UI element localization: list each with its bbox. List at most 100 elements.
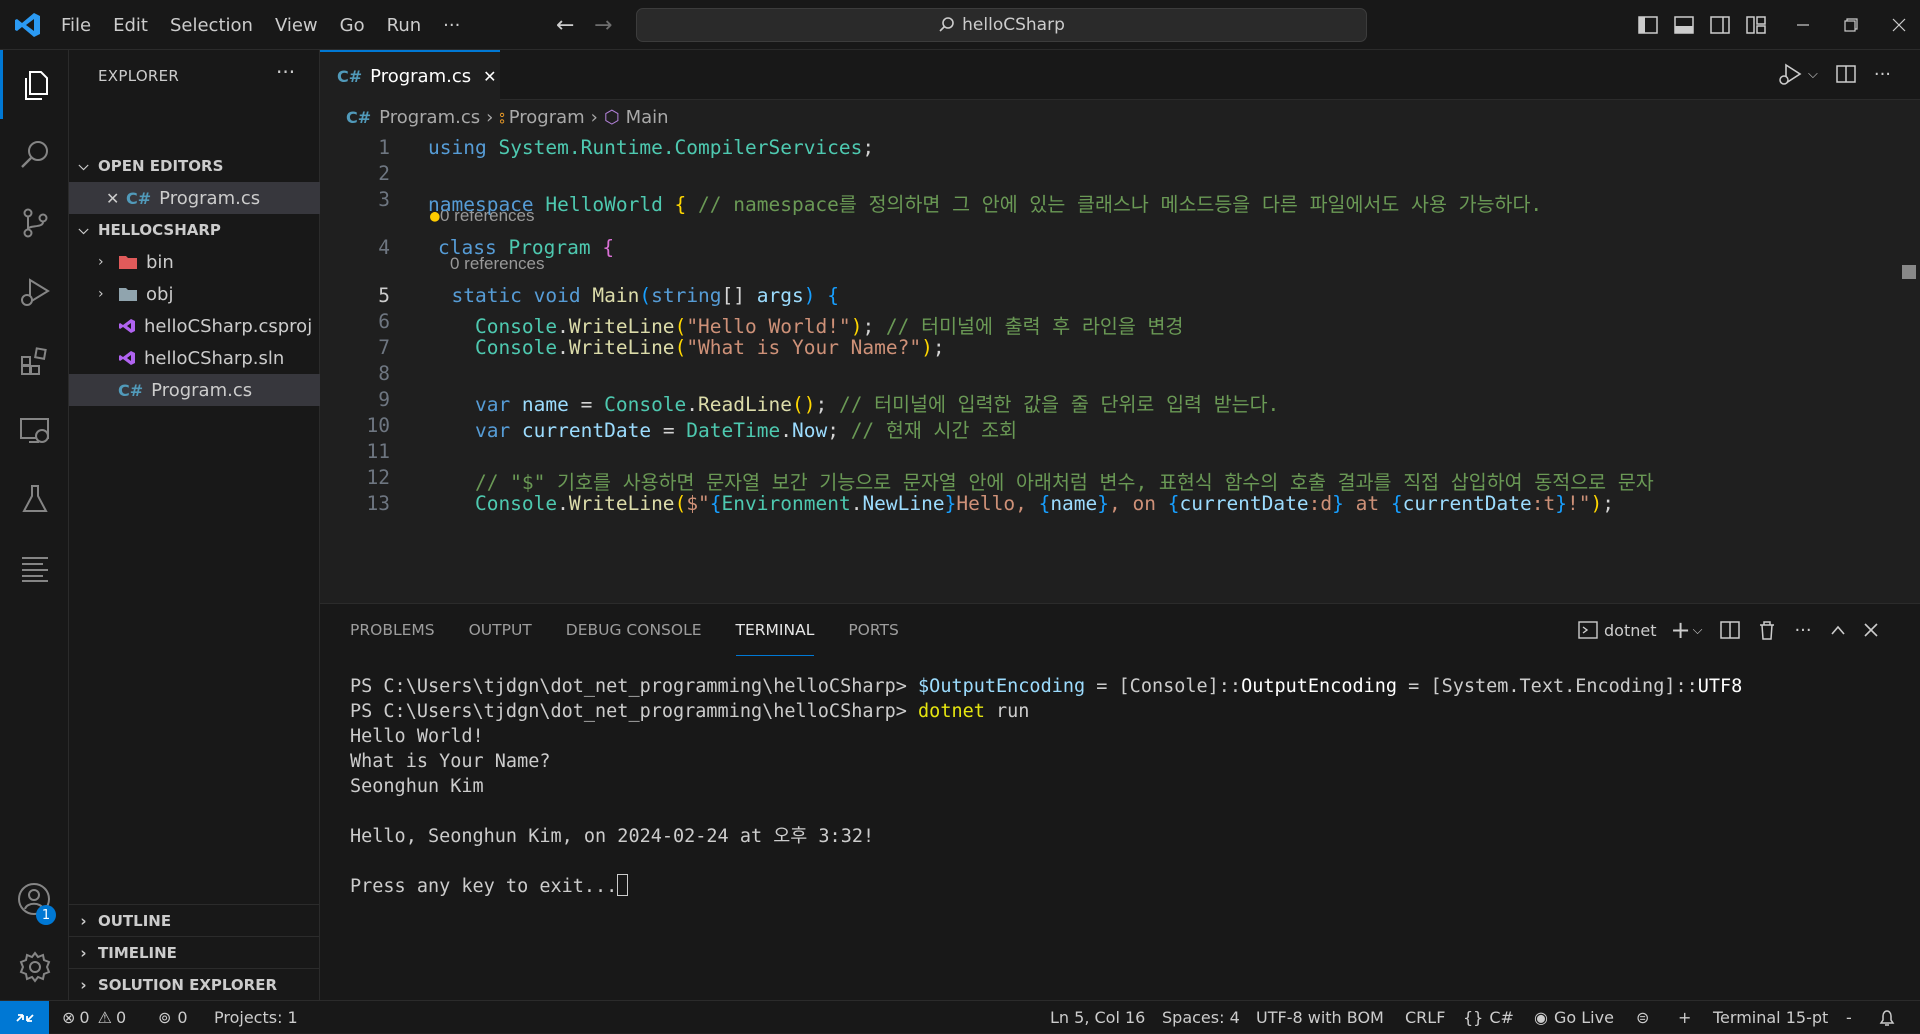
tree-item-program-cs[interactable]: C# Program.cs	[69, 374, 320, 406]
menu-run[interactable]: Run	[376, 15, 433, 36]
breadcrumb-class[interactable]: Program	[509, 107, 585, 128]
back-arrow-icon[interactable]: ←	[556, 13, 574, 38]
problems-indicator[interactable]: ⊗ 0 ⚠ 0	[62, 1001, 126, 1034]
testing-icon[interactable]	[0, 464, 69, 533]
output-log-icon[interactable]	[0, 533, 69, 602]
menu-selection[interactable]: Selection	[159, 15, 264, 36]
code-line: var currentDate = DateTime.Now; // 현재 시간…	[428, 414, 1017, 443]
split-terminal-icon[interactable]	[1720, 621, 1741, 639]
toggle-sidebar-icon[interactable]	[1638, 16, 1658, 34]
split-editor-icon[interactable]	[1836, 65, 1856, 83]
tree-item-bin[interactable]: › bin	[69, 246, 320, 278]
maximize-panel-icon[interactable]	[1830, 624, 1846, 636]
run-and-debug-icon[interactable]	[0, 257, 69, 326]
tab-problems[interactable]: PROBLEMS	[350, 604, 435, 656]
terminal-text: $OutputEncoding	[918, 676, 1086, 697]
close-window-icon[interactable]	[1892, 18, 1906, 32]
chevron-down-icon[interactable]: ⌵	[1808, 67, 1818, 82]
search-icon[interactable]	[0, 119, 69, 188]
tab-program-cs[interactable]: C# Program.cs ✕	[320, 50, 500, 101]
workspace-label: HELLOCSHARP	[98, 221, 221, 239]
minus-icon[interactable]: -	[1846, 1001, 1852, 1034]
terminal-output[interactable]: PS C:\Users\tjdgn\dot_net_programming\he…	[350, 674, 1742, 899]
close-icon[interactable]: ✕	[106, 189, 126, 208]
tree-item-sln[interactable]: helloCSharp.sln	[69, 342, 320, 374]
indentation[interactable]: Spaces: 4	[1162, 1001, 1240, 1034]
new-terminal-plus-icon[interactable]: +	[1670, 616, 1690, 644]
workspace-header[interactable]: ⌵ HELLOCSHARP	[69, 215, 320, 245]
code-token: // 터미널에 입력한 값을 줄 단위로 입력 받는다.	[838, 393, 1280, 416]
trash-icon[interactable]	[1758, 620, 1776, 640]
more-actions-icon[interactable]: ···	[276, 60, 295, 84]
notifications-bell-icon[interactable]	[1878, 1001, 1896, 1034]
settings-gear-icon[interactable]	[0, 932, 69, 1001]
code-token: (	[674, 315, 687, 338]
open-editors-header[interactable]: ⌵ OPEN EDITORS	[69, 151, 320, 181]
remote-indicator-icon[interactable]	[0, 1001, 49, 1034]
terminal-text: Hello, Seonghun Kim, on 2024-02-24 at 오후…	[350, 826, 875, 847]
solution-explorer-section[interactable]: › SOLUTION EXPLORER	[69, 968, 320, 1000]
tree-item-label: obj	[146, 283, 174, 305]
open-editor-item[interactable]: ✕ C# Program.cs	[69, 182, 320, 214]
tree-item-csproj[interactable]: helloCSharp.csproj	[69, 310, 320, 342]
menu-more[interactable]: ···	[432, 15, 471, 36]
terminal-font-size[interactable]: Terminal 15-pt	[1713, 1001, 1828, 1034]
copilot-icon[interactable]: ⊜	[1636, 1001, 1649, 1034]
forward-arrow-icon[interactable]: →	[594, 13, 612, 38]
minimap-slider[interactable]	[1902, 265, 1916, 279]
terminal-shell-icon	[1578, 621, 1598, 639]
menu-file[interactable]: File	[50, 15, 102, 36]
close-tab-icon[interactable]: ✕	[483, 67, 496, 86]
terminal-shell-label[interactable]: dotnet	[1604, 621, 1656, 640]
csharp-file-icon: C#	[118, 380, 144, 400]
cursor-position[interactable]: Ln 5, Col 16	[1050, 1001, 1145, 1034]
more-actions-icon[interactable]: ···	[1874, 64, 1891, 85]
menu-view[interactable]: View	[264, 15, 329, 36]
code-token: WriteLine	[568, 492, 675, 515]
encoding[interactable]: UTF-8 with BOM	[1256, 1001, 1384, 1034]
breadcrumb-method[interactable]: Main	[626, 107, 669, 128]
language-mode[interactable]: {} C#	[1463, 1001, 1514, 1034]
restore-icon[interactable]	[1844, 18, 1858, 32]
accounts-icon[interactable]: 1	[0, 865, 69, 934]
command-center-search[interactable]: helloCSharp	[636, 8, 1367, 42]
tree-item-obj[interactable]: › obj	[69, 278, 320, 310]
terminal-text: Hello World!	[350, 726, 484, 747]
bin-folder-icon	[118, 254, 138, 270]
lightbulb-icon[interactable]: ●	[430, 206, 440, 225]
toggle-secondary-sidebar-icon[interactable]	[1710, 16, 1730, 34]
code-token: System.Runtime.CompilerServices	[498, 136, 863, 159]
tab-ports[interactable]: PORTS	[848, 604, 899, 656]
end-of-line[interactable]: CRLF	[1405, 1001, 1445, 1034]
toggle-panel-icon[interactable]	[1674, 16, 1694, 34]
remote-explorer-icon[interactable]	[0, 395, 69, 464]
outline-section[interactable]: › OUTLINE	[69, 904, 320, 936]
tab-debug-console[interactable]: DEBUG CONSOLE	[566, 604, 702, 656]
tab-terminal[interactable]: TERMINAL	[735, 604, 815, 656]
code-token: WriteLine	[568, 315, 675, 338]
more-actions-icon[interactable]: ···	[1794, 620, 1811, 641]
breadcrumb-file[interactable]: Program.cs	[379, 107, 480, 128]
run-debug-icon[interactable]	[1778, 62, 1804, 86]
customize-layout-icon[interactable]	[1746, 16, 1766, 34]
source-control-icon[interactable]	[0, 188, 69, 257]
minimize-icon[interactable]	[1796, 18, 1810, 32]
terminal-text: Seonghun Kim	[350, 776, 484, 797]
menu-edit[interactable]: Edit	[102, 15, 159, 36]
close-panel-icon[interactable]	[1864, 623, 1878, 637]
plus-icon[interactable]: +	[1678, 1001, 1691, 1034]
warning-icon: ⚠	[97, 1008, 112, 1027]
explorer-icon[interactable]	[0, 50, 69, 119]
code-line: namespace HelloWorld { // namespace를 정의하…	[428, 188, 1542, 217]
extensions-icon[interactable]	[0, 326, 69, 395]
chevron-down-icon[interactable]: ⌵	[1693, 623, 1703, 638]
code-token: .	[557, 492, 569, 515]
go-live-button[interactable]: ◉ Go Live	[1534, 1001, 1614, 1034]
menu-go[interactable]: Go	[329, 15, 376, 36]
ports-indicator[interactable]: ⊚ 0	[158, 1001, 188, 1034]
projects-indicator[interactable]: Projects: 1	[214, 1001, 298, 1034]
tab-output[interactable]: OUTPUT	[469, 604, 532, 656]
code-area[interactable]: 0 references 0 references 1 using System.Ru…	[320, 130, 1920, 603]
chevron-right-icon: ›	[98, 286, 104, 302]
timeline-section[interactable]: › TIMELINE	[69, 936, 320, 968]
